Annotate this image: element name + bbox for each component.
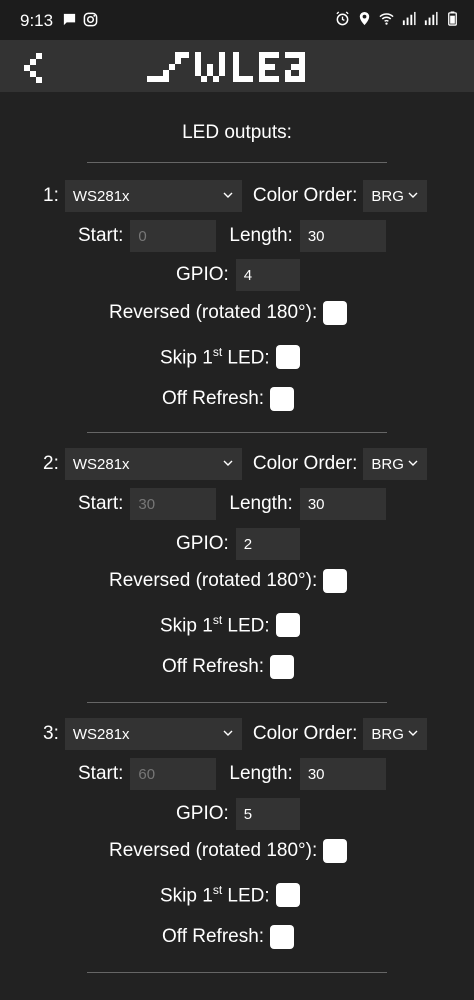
start-input[interactable]: 30 (130, 488, 217, 520)
chevron-down-icon (408, 730, 418, 736)
led-output-1: 1: WS281x Color Order: BRG Start: 0 Leng… (0, 163, 474, 420)
chevron-down-icon (223, 460, 233, 466)
color-order-value: BRG (371, 187, 404, 205)
output-number: 2: (43, 453, 59, 474)
page-title: LED outputs: (182, 122, 292, 143)
led-type-value: WS281x (72, 187, 130, 205)
divider (87, 972, 387, 973)
status-time: 9:13 (20, 11, 54, 30)
off-refresh-label: Off Refresh: (162, 388, 265, 409)
chevron-down-icon (408, 460, 418, 466)
length-label: Length: (229, 493, 293, 514)
signal-icon-2 (424, 11, 438, 26)
color-order-select[interactable]: BRG (363, 718, 428, 750)
reversed-label: Reversed (rotated 180°): (109, 840, 318, 861)
color-order-select[interactable]: BRG (363, 448, 428, 480)
message-icon (63, 13, 76, 26)
reversed-checkbox[interactable] (323, 569, 348, 593)
color-order-value: BRG (371, 725, 404, 743)
gpio-label: GPIO: (176, 803, 229, 824)
gpio-label: GPIO: (176, 533, 229, 554)
output-number: 3: (43, 723, 59, 744)
length-input[interactable]: 30 (299, 758, 386, 790)
gpio-input[interactable]: 4 (235, 259, 300, 291)
reversed-label: Reversed (rotated 180°): (109, 570, 318, 591)
length-label: Length: (229, 763, 293, 784)
skip-first-led-checkbox[interactable] (275, 883, 300, 908)
chevron-down-icon (223, 192, 233, 198)
color-order-label: Color Order: (252, 723, 358, 744)
color-order-label: Color Order: (252, 185, 358, 206)
start-label: Start: (78, 493, 124, 514)
instagram-icon (83, 12, 98, 27)
start-label: Start: (78, 225, 124, 246)
gpio-label: GPIO: (176, 264, 229, 285)
battery-icon (448, 11, 457, 26)
off-refresh-checkbox[interactable] (270, 925, 295, 949)
led-type-value: WS281x (72, 725, 130, 743)
skip-first-led-checkbox[interactable] (275, 613, 300, 638)
skip-first-led-label: Skip 1st LED: (160, 613, 270, 637)
wled-logo (147, 52, 305, 82)
off-refresh-label: Off Refresh: (162, 656, 265, 677)
top-bar (0, 40, 474, 92)
reversed-checkbox[interactable] (323, 301, 348, 325)
gpio-input[interactable]: 2 (235, 528, 300, 560)
led-output-2: 2: WS281x Color Order: BRG Start: 30 Len… (0, 433, 474, 690)
led-type-select[interactable]: WS281x (64, 448, 242, 480)
reversed-label: Reversed (rotated 180°): (109, 302, 318, 323)
led-type-select[interactable]: WS281x (64, 180, 242, 212)
location-icon (359, 11, 370, 26)
color-order-select[interactable]: BRG (363, 180, 428, 212)
off-refresh-label: Off Refresh: (162, 926, 265, 947)
wifi-icon (379, 13, 394, 25)
color-order-value: BRG (371, 455, 404, 473)
off-refresh-checkbox[interactable] (270, 387, 295, 411)
led-type-value: WS281x (72, 455, 130, 473)
output-number: 1: (43, 185, 59, 206)
start-input[interactable]: 60 (130, 758, 217, 790)
skip-first-led-label: Skip 1st LED: (160, 345, 270, 369)
gpio-input[interactable]: 5 (235, 798, 300, 830)
off-refresh-checkbox[interactable] (270, 655, 295, 679)
signal-icon (402, 11, 416, 26)
start-input[interactable]: 0 (130, 220, 217, 252)
color-order-label: Color Order: (252, 453, 358, 474)
chevron-down-icon (408, 192, 418, 198)
back-icon[interactable] (20, 50, 54, 84)
reversed-checkbox[interactable] (323, 839, 348, 863)
skip-first-led-label: Skip 1st LED: (160, 883, 270, 907)
chevron-down-icon (223, 730, 233, 736)
skip-first-led-checkbox[interactable] (275, 345, 300, 370)
led-output-3: 3: WS281x Color Order: BRG Start: 60 Len… (0, 703, 474, 960)
status-bar: 9:13 (0, 0, 474, 40)
length-input[interactable]: 30 (299, 488, 386, 520)
length-label: Length: (229, 225, 293, 246)
alarm-icon (336, 11, 349, 26)
length-input[interactable]: 30 (299, 220, 386, 252)
start-label: Start: (78, 763, 124, 784)
led-type-select[interactable]: WS281x (64, 718, 242, 750)
